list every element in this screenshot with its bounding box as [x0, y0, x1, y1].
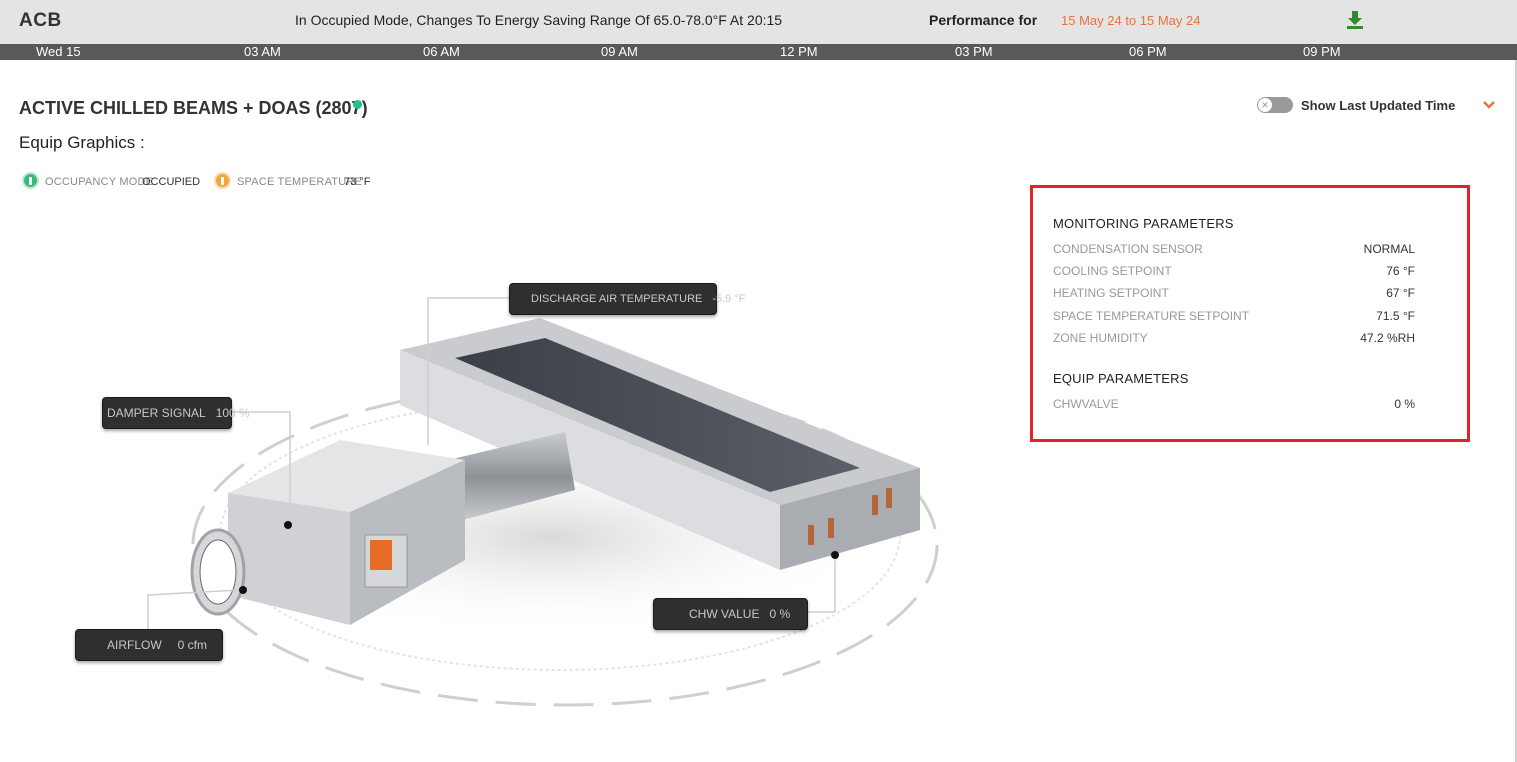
show-last-updated-label: Show Last Updated Time — [1301, 98, 1456, 113]
chw-value-tag[interactable]: CHW VALUE 0 % — [653, 598, 808, 630]
damper-signal-tag[interactable]: DAMPER SIGNAL 100 % — [102, 397, 250, 429]
damper-signal-value: 100 % — [215, 406, 250, 420]
parameter-name: ZONE HUMIDITY — [1053, 331, 1148, 345]
parameter-value: 76 °F — [1386, 264, 1415, 278]
performance-label: Performance for — [929, 12, 1038, 28]
discharge-air-temperature-tag[interactable]: DISCHARGE AIR TEMPERATURE -5.9 °F — [509, 283, 745, 315]
parameters-panel: MONITORING PARAMETERS CONDENSATION SENSO… — [1030, 185, 1470, 442]
mode-message: In Occupied Mode, Changes To Energy Savi… — [295, 12, 783, 28]
discharge-air-temperature-value: -5.9 °F — [712, 293, 746, 305]
timeline-label: 06 AM — [423, 44, 460, 59]
airflow-tag[interactable]: AIRFLOW 0 cfm — [75, 629, 223, 661]
parameter-name: COOLING SETPOINT — [1053, 264, 1172, 278]
download-icon[interactable] — [1346, 10, 1364, 30]
timeline-label: 03 AM — [244, 44, 281, 59]
occupancy-mode-label: OCCUPANCY MODE — [45, 176, 154, 188]
timeline-label: 09 AM — [601, 44, 638, 59]
parameter-value: 71.5 °F — [1376, 309, 1415, 323]
app-title: ACB — [19, 10, 62, 31]
parameter-value: 67 °F — [1386, 286, 1415, 300]
parameter-value: 47.2 %RH — [1360, 331, 1415, 345]
thermometer-icon — [214, 172, 231, 189]
discharge-air-temperature-label: DISCHARGE AIR TEMPERATURE — [531, 293, 703, 305]
parameter-name: CONDENSATION SENSOR — [1053, 242, 1203, 256]
monitoring-parameters-heading: MONITORING PARAMETERS — [1053, 216, 1234, 231]
parameter-name: SPACE TEMPERATURE SETPOINT — [1053, 309, 1250, 323]
equip-title: ACTIVE CHILLED BEAMS + DOAS (2807) — [19, 98, 368, 118]
person-icon — [22, 172, 39, 189]
timeline-bar[interactable]: Wed 15 03 AM 06 AM 09 AM 12 PM 03 PM 06 … — [0, 44, 1517, 60]
equip-graphics-label: Equip Graphics : — [19, 133, 145, 152]
parameter-value: NORMAL — [1363, 242, 1415, 256]
parameter-row: COOLING SETPOINT 76 °F — [1053, 264, 1415, 280]
parameter-name: HEATING SETPOINT — [1053, 286, 1169, 300]
top-bar: ACB In Occupied Mode, Changes To Energy … — [0, 0, 1517, 44]
equip-parameters-heading: EQUIP PARAMETERS — [1053, 371, 1189, 386]
parameter-row: ZONE HUMIDITY 47.2 %RH — [1053, 331, 1415, 347]
chw-value-label: CHW VALUE — [689, 607, 760, 621]
timeline-label: Wed 15 — [36, 44, 81, 59]
timeline-label: 03 PM — [955, 44, 993, 59]
timeline-label: 12 PM — [780, 44, 818, 59]
parameter-name: CHWVALVE — [1053, 397, 1119, 411]
airflow-label: AIRFLOW — [107, 638, 162, 652]
parameter-row: CHWVALVE 0 % — [1053, 397, 1415, 413]
chw-value-value: 0 % — [769, 607, 791, 621]
parameter-row: HEATING SETPOINT 67 °F — [1053, 286, 1415, 302]
airflow-value: 0 cfm — [177, 638, 208, 652]
chevron-down-icon[interactable] — [1482, 98, 1496, 112]
date-range[interactable]: 15 May 24 to 15 May 24 — [1061, 13, 1200, 28]
damper-signal-label: DAMPER SIGNAL — [107, 406, 206, 420]
online-status-dot — [353, 100, 362, 109]
close-icon: ✕ — [1258, 98, 1272, 112]
timeline-label: 06 PM — [1129, 44, 1167, 59]
parameter-row: SPACE TEMPERATURE SETPOINT 71.5 °F — [1053, 309, 1415, 325]
parameter-row: CONDENSATION SENSOR NORMAL — [1053, 242, 1415, 258]
show-last-updated-toggle[interactable]: ✕ — [1257, 97, 1293, 113]
occupancy-mode-value: OCCUPIED — [142, 176, 201, 188]
space-temperature-value: 73 °F — [344, 176, 371, 188]
parameter-value: 0 % — [1394, 397, 1415, 411]
timeline-label: 09 PM — [1303, 44, 1341, 59]
